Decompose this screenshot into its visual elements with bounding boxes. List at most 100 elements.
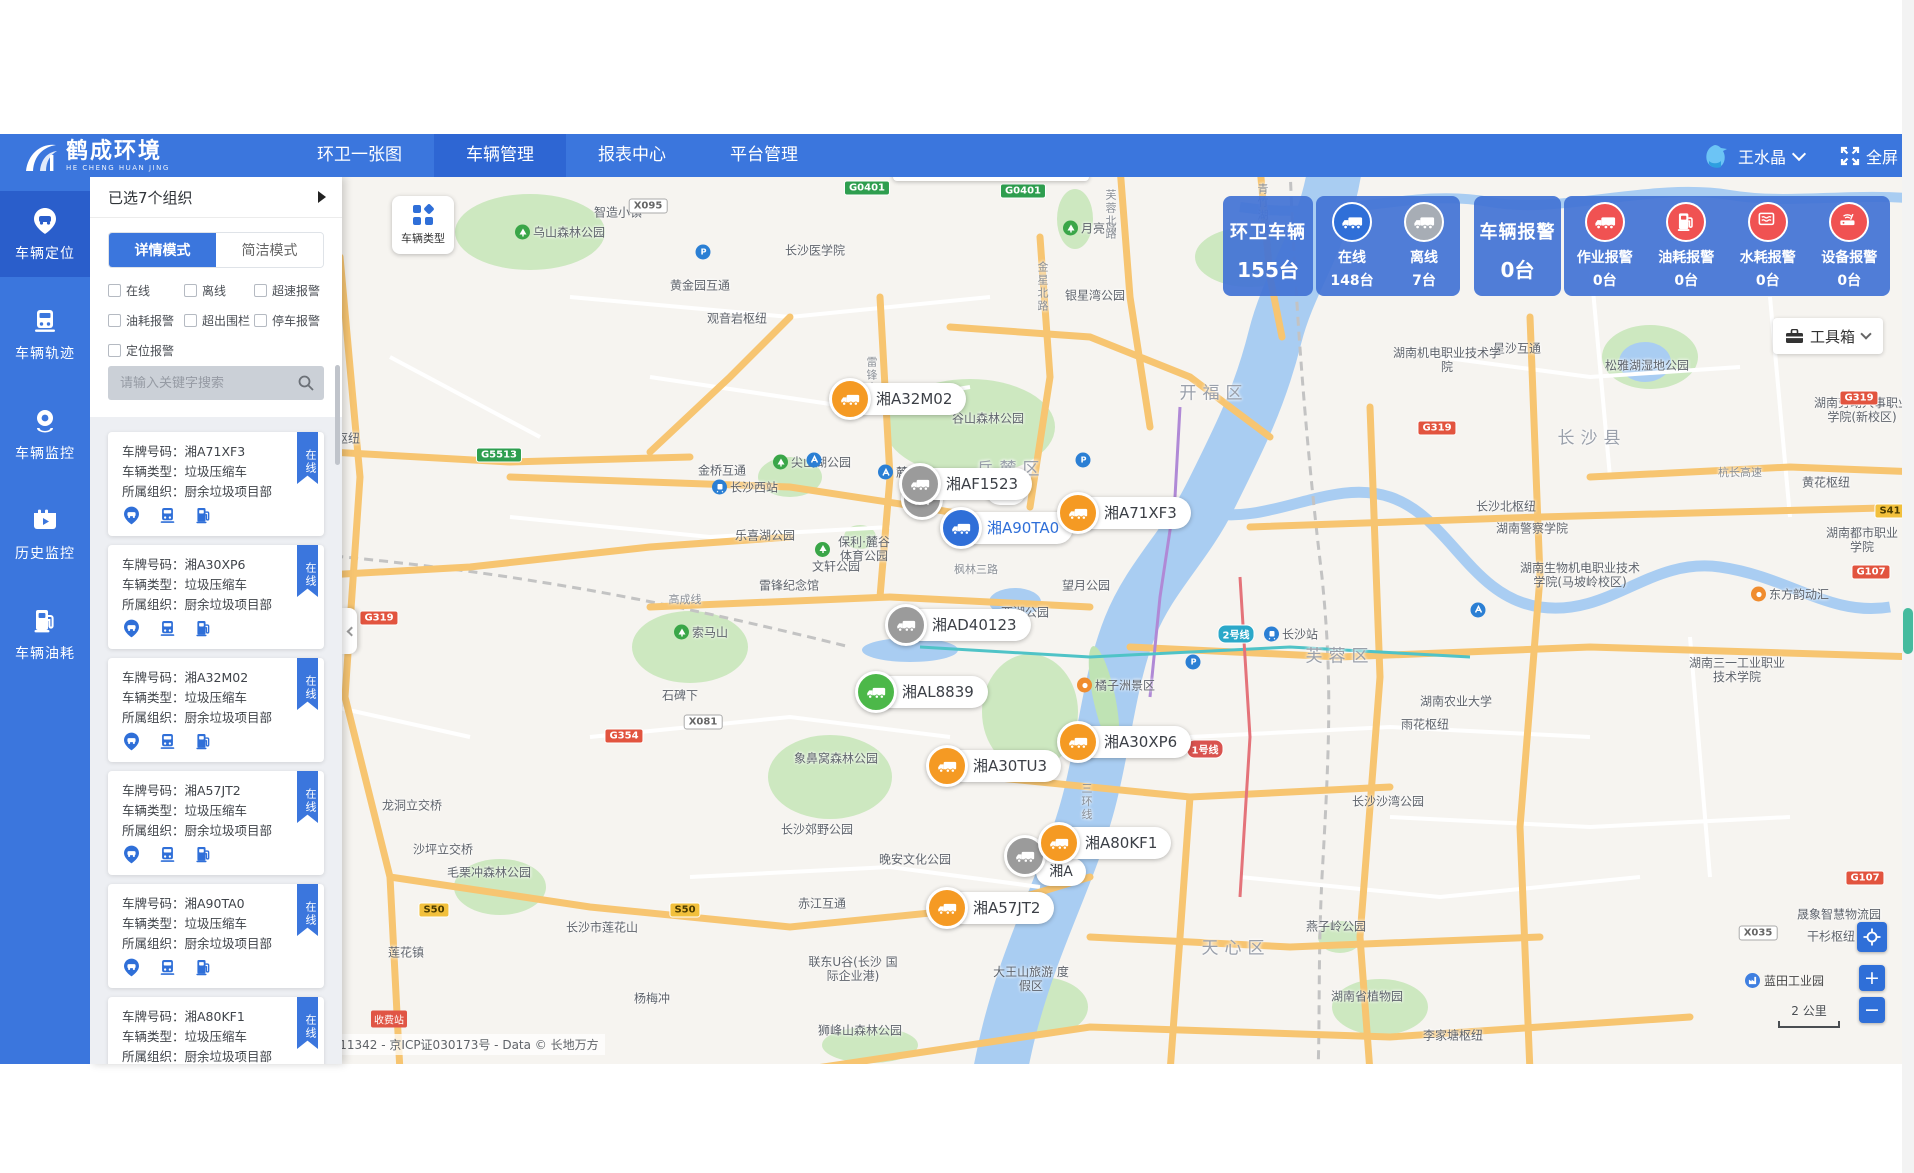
truck-icon[interactable]	[855, 671, 897, 713]
track-vehicle-icon[interactable]	[158, 732, 177, 751]
locate-vehicle-icon[interactable]	[122, 732, 141, 751]
toolbox-icon	[1786, 329, 1803, 344]
map-label: 芙蓉区	[1306, 642, 1375, 667]
map-label: 晟象智慧物流园	[1797, 906, 1881, 923]
filter-超出围栏[interactable]: 超出围栏	[184, 312, 254, 329]
nav-item-报表中心[interactable]: 报表中心	[566, 134, 698, 177]
filter-停车报警[interactable]: 停车报警	[254, 312, 328, 329]
fullscreen-label[interactable]: 全屏	[1866, 144, 1898, 168]
page-scrollbar[interactable]	[1902, 0, 1914, 1173]
sidebar-item-车辆监控[interactable]: 车辆监控	[0, 391, 90, 477]
fuel-vehicle-icon[interactable]	[194, 732, 213, 751]
locate-vehicle-icon[interactable]	[122, 506, 141, 525]
truck-icon	[1404, 202, 1444, 242]
vehicle-type-button[interactable]: 车辆类型	[392, 196, 454, 254]
track-vehicle-icon[interactable]	[158, 845, 177, 864]
search-icon[interactable]	[298, 375, 314, 391]
truck-icon[interactable]	[829, 378, 871, 420]
nav-item-平台管理[interactable]: 平台管理	[698, 134, 830, 177]
map-attribution: 1111342 - 京ICP证030173号 - Data © 长地万方	[318, 1034, 605, 1055]
truck-icon[interactable]	[1038, 822, 1080, 864]
map-label: 湖南都市职业学院	[1825, 526, 1900, 554]
fuel-vehicle-icon[interactable]	[194, 619, 213, 638]
map-toolbar	[893, 177, 1089, 181]
avatar[interactable]	[1700, 141, 1730, 171]
nav-item-环卫一张图[interactable]: 环卫一张图	[285, 134, 434, 177]
fullscreen-icon[interactable]	[1840, 146, 1860, 166]
logo: 鹤成环境 HE CHENG HUAN JING	[20, 137, 170, 175]
filter-checkboxes: 在线离线超速报警油耗报警超出围栏停车报警定位报警	[108, 282, 328, 359]
vehicle-card-湘A32M02[interactable]: 车牌号码：湘A32M02 车辆类型：垃圾压缩车 所属组织：厨余垃圾项目部 在线	[108, 658, 324, 762]
truck-icon	[1585, 202, 1625, 242]
map-label: 湖南农业大学	[1420, 693, 1492, 710]
sight-icon	[1751, 587, 1766, 602]
filter-超速报警[interactable]: 超速报警	[254, 282, 328, 299]
expand-right-icon[interactable]	[318, 191, 326, 203]
locate-vehicle-icon[interactable]	[122, 619, 141, 638]
nav-item-车辆管理[interactable]: 车辆管理	[434, 134, 566, 177]
checkbox-icon[interactable]	[184, 314, 197, 327]
water-icon	[1748, 202, 1788, 242]
vehicle-plate: 车牌号码：湘A30XP6	[122, 555, 310, 575]
track-vehicle-icon[interactable]	[158, 506, 177, 525]
vehicle-card-湘A90TA0[interactable]: 车牌号码：湘A90TA0 车辆类型：垃圾压缩车 所属组织：厨余垃圾项目部 在线	[108, 884, 324, 988]
list-scrollbar[interactable]	[335, 365, 340, 465]
fuel-vehicle-icon[interactable]	[194, 506, 213, 525]
map-label: 燕子岭公园	[1306, 918, 1366, 935]
truck-icon[interactable]	[940, 507, 982, 549]
vehicle-card-湘A71XF3[interactable]: 车牌号码：湘A71XF3 车辆类型：垃圾压缩车 所属组织：厨余垃圾项目部 在线	[108, 432, 324, 536]
track-vehicle-icon[interactable]	[158, 958, 177, 977]
locate-vehicle-icon[interactable]	[122, 845, 141, 864]
fuel-vehicle-icon[interactable]	[194, 845, 213, 864]
truck-icon[interactable]	[1057, 492, 1099, 534]
vehicle-card-湘A30XP6[interactable]: 车牌号码：湘A30XP6 车辆类型：垃圾压缩车 所属组织：厨余垃圾项目部 在线	[108, 545, 324, 649]
filter-油耗报警[interactable]: 油耗报警	[108, 312, 184, 329]
filter-在线[interactable]: 在线	[108, 282, 184, 299]
checkbox-icon[interactable]	[108, 284, 121, 297]
map-label: 干杉枢纽	[1807, 928, 1855, 945]
truck-icon[interactable]	[899, 463, 941, 505]
locate-vehicle-icon[interactable]	[122, 958, 141, 977]
filter-离线[interactable]: 离线	[184, 282, 254, 299]
track-vehicle-icon[interactable]	[158, 619, 177, 638]
truck-icon[interactable]	[926, 745, 968, 787]
fleet-status-card: 在线148台 离线7台	[1316, 196, 1460, 296]
page-scrollbar-thumb[interactable]	[1903, 608, 1913, 654]
checkbox-icon[interactable]	[254, 314, 267, 327]
map-label: 长沙郊野公园	[781, 821, 853, 838]
truck-icon[interactable]	[885, 604, 927, 646]
sidebar-item-历史监控[interactable]: 历史监控	[0, 491, 90, 577]
filter-定位报警[interactable]: 定位报警	[108, 342, 184, 359]
locate-button[interactable]	[1857, 922, 1887, 952]
map-canvas[interactable]: 车辆类型 岳麓区开福区长沙县芙蓉区天心区智造小镇乌山森林公园长沙医学院黄金园互通…	[90, 177, 1914, 1064]
checkbox-icon[interactable]	[108, 344, 121, 357]
truck-icon[interactable]	[926, 887, 968, 929]
checkbox-icon[interactable]	[184, 284, 197, 297]
map-label: 湖南机电职业技术学院	[1392, 346, 1502, 374]
sidebar-item-车辆轨迹[interactable]: 车辆轨迹	[0, 291, 90, 377]
parking-icon: P	[1076, 452, 1091, 467]
truck-icon[interactable]	[1057, 721, 1099, 763]
user-name[interactable]: 王水晶	[1738, 144, 1786, 168]
vehicle-card-湘A80KF1[interactable]: 车牌号码：湘A80KF1 车辆类型：垃圾压缩车 所属组织：厨余垃圾项目部 在线	[108, 997, 324, 1064]
sidebar-item-车辆定位[interactable]: 车辆定位	[0, 191, 90, 277]
org-selector[interactable]: 已选7个组织	[90, 177, 342, 218]
vehicle-type: 车辆类型：垃圾压缩车	[122, 1027, 310, 1047]
zoom-out-button[interactable]: −	[1859, 997, 1885, 1023]
vehicle-org: 所属组织：厨余垃圾项目部	[122, 821, 310, 841]
zoom-in-button[interactable]: +	[1859, 965, 1885, 991]
checkbox-icon[interactable]	[108, 314, 121, 327]
toolbox-button[interactable]: 工具箱	[1773, 318, 1883, 354]
map-label: 收费站	[371, 1011, 407, 1028]
panel-collapse-button[interactable]	[342, 608, 357, 654]
tab-简洁模式[interactable]: 简洁模式	[216, 233, 323, 267]
checkbox-icon[interactable]	[254, 284, 267, 297]
tab-详情模式[interactable]: 详情模式	[109, 233, 216, 267]
road-shield: X095	[629, 199, 668, 214]
chevron-down-icon[interactable]	[1792, 146, 1806, 160]
map-label: 望月公园	[1062, 577, 1110, 594]
sidebar-item-车辆油耗[interactable]: 车辆油耗	[0, 591, 90, 677]
fuel-vehicle-icon[interactable]	[194, 958, 213, 977]
vehicle-card-湘A57JT2[interactable]: 车牌号码：湘A57JT2 车辆类型：垃圾压缩车 所属组织：厨余垃圾项目部 在线	[108, 771, 324, 875]
search-input[interactable]	[108, 376, 298, 391]
